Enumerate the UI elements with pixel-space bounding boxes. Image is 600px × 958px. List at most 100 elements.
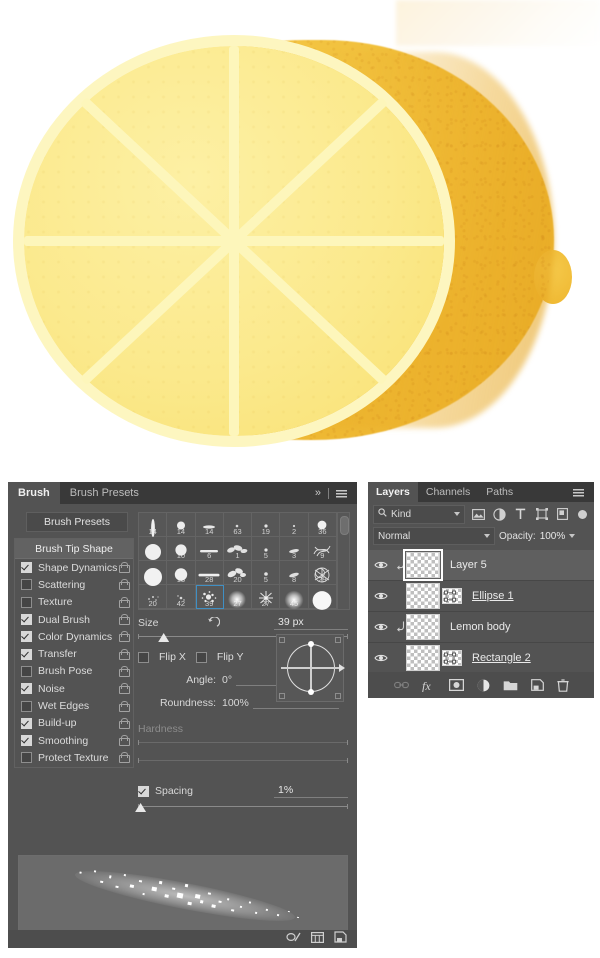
brush-presets-button[interactable]: Brush Presets <box>26 512 128 532</box>
checkbox-build-up[interactable] <box>21 717 32 729</box>
brush-preset-cell[interactable]: 63 <box>223 513 253 537</box>
chevron-down-icon[interactable] <box>569 534 576 538</box>
brush-preset-cell[interactable]: 20 <box>139 585 168 609</box>
brush-preset-cell[interactable]: 5 <box>252 537 281 561</box>
pixel-layer-icon[interactable] <box>471 507 486 522</box>
lock-icon[interactable] <box>119 562 130 574</box>
checkbox-noise[interactable] <box>21 683 32 695</box>
lock-icon[interactable] <box>119 735 130 747</box>
option-smoothing[interactable]: Smoothing <box>15 732 133 749</box>
checkbox-transfer[interactable] <box>21 648 32 660</box>
layer-row[interactable]: Lemon body <box>368 612 594 643</box>
lock-icon[interactable] <box>119 648 130 660</box>
brush-preset-cell[interactable]: 29 <box>308 561 337 585</box>
option-brush-pose[interactable]: Brush Pose <box>15 663 133 680</box>
layer-thumbnail[interactable] <box>403 549 443 581</box>
brush-preset-cell[interactable]: 27 <box>252 585 281 609</box>
checkbox-shape-dynamics[interactable] <box>21 562 32 574</box>
lock-icon[interactable] <box>119 752 130 764</box>
checkbox-smoothing[interactable] <box>21 735 32 747</box>
option-dual-brush[interactable]: Dual Brush <box>15 611 133 628</box>
layer-thumbnail[interactable] <box>406 614 440 640</box>
brush-preset-cell[interactable]: 14 <box>195 513 224 537</box>
tab-paths[interactable]: Paths <box>478 482 521 502</box>
dial-handle-bottom[interactable] <box>308 689 314 695</box>
brush-grid-scrollbar[interactable] <box>337 513 349 609</box>
filter-enable-toggle[interactable] <box>578 509 587 519</box>
brush-preset-cell[interactable]: 2 <box>280 513 309 537</box>
lock-icon[interactable] <box>119 596 130 608</box>
brush-preset-cell[interactable]: 27 <box>223 585 253 609</box>
brush-preset-cell[interactable]: 8 <box>280 561 309 585</box>
option-shape-dynamics[interactable]: Shape Dynamics <box>15 559 133 576</box>
lock-icon[interactable] <box>119 614 130 626</box>
checkbox-scattering[interactable] <box>21 579 32 591</box>
new-preset-grid-icon[interactable] <box>311 930 325 948</box>
option-protect-texture[interactable]: Protect Texture <box>15 749 133 766</box>
option-color-dynamics[interactable]: Color Dynamics <box>15 628 133 645</box>
scrollbar-thumb[interactable] <box>340 516 349 535</box>
tab-channels[interactable]: Channels <box>418 482 478 502</box>
layer-row[interactable]: Ellipse 1 <box>368 581 594 612</box>
chevron-down-icon[interactable] <box>484 534 490 538</box>
lock-icon[interactable] <box>119 717 130 729</box>
checkbox-protect-texture[interactable] <box>21 752 32 764</box>
vector-mask-thumbnail[interactable] <box>442 650 462 666</box>
tab-layers[interactable]: Layers <box>368 482 418 502</box>
add-layer-mask-icon[interactable] <box>448 679 464 691</box>
adjustment-layer-icon[interactable] <box>492 507 507 522</box>
roundness-value[interactable]: 100% <box>222 697 249 709</box>
delete-layer-icon[interactable] <box>556 678 569 692</box>
collapse-chevrons-icon[interactable]: » <box>315 487 321 499</box>
blend-mode-select[interactable]: Normal <box>373 527 495 545</box>
option-scattering[interactable]: Scattering <box>15 576 133 593</box>
layer-name[interactable]: Rectangle 2 <box>462 652 531 664</box>
brush-preset-cell[interactable]: 36 <box>308 513 337 537</box>
brush-preset-cell[interactable]: 1 <box>223 537 253 561</box>
brush-preset-cell[interactable]: 6 <box>195 537 224 561</box>
panel-menu-icon[interactable] <box>573 486 586 498</box>
new-layer-icon[interactable] <box>530 679 544 691</box>
layer-visibility-toggle[interactable] <box>368 653 394 663</box>
smart-object-icon[interactable] <box>555 507 570 522</box>
panel-menu-icon[interactable] <box>336 487 349 499</box>
dial-handle-top[interactable] <box>308 641 314 647</box>
chevron-down-icon[interactable] <box>454 512 460 516</box>
checkbox-texture[interactable] <box>21 596 32 608</box>
option-transfer[interactable]: Transfer <box>15 645 133 662</box>
checkbox-dual-brush[interactable] <box>21 614 32 626</box>
tab-brush[interactable]: Brush <box>8 482 60 504</box>
layer-visibility-toggle[interactable] <box>368 560 394 570</box>
checkbox-wet-edges[interactable] <box>21 700 32 712</box>
lock-icon[interactable] <box>119 579 130 591</box>
brush-preset-cell[interactable]: 39 <box>195 585 224 609</box>
dial-circle[interactable] <box>281 641 345 695</box>
size-value[interactable]: 39 px <box>274 616 348 630</box>
opacity-value[interactable]: 100% <box>540 531 566 542</box>
brush-preset-cell[interactable]: 5 <box>252 561 281 585</box>
brush-preset-cell[interactable]: 28 <box>195 561 224 585</box>
checkbox-flip-y[interactable] <box>195 651 207 663</box>
slider-knob[interactable] <box>158 633 170 642</box>
lock-icon[interactable] <box>119 683 130 695</box>
brush-preset-cell[interactable]: 3 <box>280 537 309 561</box>
spacing-value[interactable]: 1% <box>274 784 348 798</box>
layer-visibility-toggle[interactable] <box>368 591 394 601</box>
option-noise[interactable]: Noise <box>15 680 133 697</box>
toggle-brush-panel-icon[interactable] <box>286 930 301 948</box>
type-layer-icon[interactable] <box>513 507 528 522</box>
layer-name[interactable]: Lemon body <box>440 621 511 633</box>
lock-icon[interactable] <box>119 700 130 712</box>
brush-preset-cell[interactable]: 42 <box>167 585 196 609</box>
lock-icon[interactable] <box>119 665 130 677</box>
brush-preset-cell[interactable]: 19 <box>252 513 281 537</box>
brush-preset-cell[interactable]: 14 <box>167 513 196 537</box>
layer-name[interactable]: Layer 5 <box>440 559 487 571</box>
brush-tip-shape-header[interactable]: Brush Tip Shape <box>15 539 133 559</box>
brush-preset-cell[interactable]: 9 <box>308 537 337 561</box>
angle-value[interactable]: 0° <box>222 674 232 686</box>
option-texture[interactable]: Texture <box>15 594 133 611</box>
vector-mask-thumbnail[interactable] <box>442 588 462 604</box>
angle-roundness-dial[interactable] <box>276 634 345 702</box>
brush-preset-cell[interactable]: 45 <box>280 585 309 610</box>
